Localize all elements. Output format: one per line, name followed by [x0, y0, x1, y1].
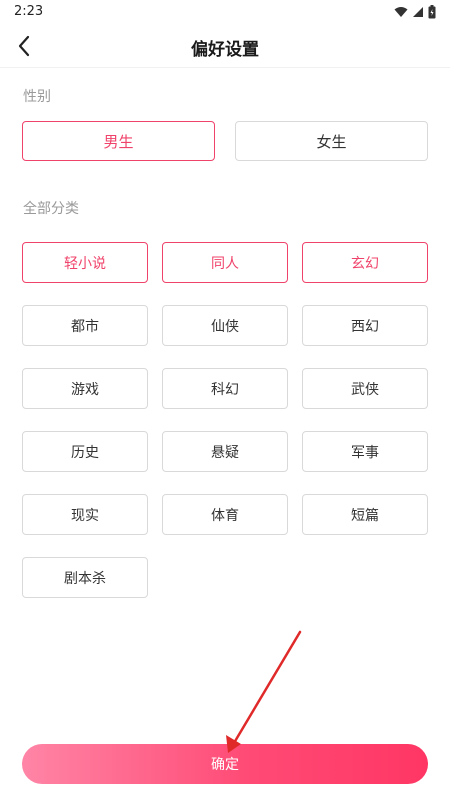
category-xianxia[interactable]: 仙侠	[162, 305, 288, 346]
category-realistic[interactable]: 现实	[22, 494, 148, 535]
nav-bar: 偏好设置	[0, 24, 450, 68]
status-bar: 2:23	[0, 0, 450, 24]
category-wuxia[interactable]: 武侠	[302, 368, 428, 409]
category-urban[interactable]: 都市	[22, 305, 148, 346]
category-fan-fiction[interactable]: 同人	[162, 242, 288, 283]
category-mystery[interactable]: 悬疑	[162, 431, 288, 472]
category-short-story[interactable]: 短篇	[302, 494, 428, 535]
category-light-novel[interactable]: 轻小说	[22, 242, 148, 283]
wifi-icon	[394, 7, 408, 17]
page-title: 偏好设置	[191, 40, 259, 60]
signal-icon	[413, 7, 423, 17]
category-western-fantasy[interactable]: 西幻	[302, 305, 428, 346]
category-military[interactable]: 军事	[302, 431, 428, 472]
status-icons	[394, 5, 436, 19]
gender-option-female[interactable]: 女生	[235, 121, 428, 161]
category-sci-fi[interactable]: 科幻	[162, 368, 288, 409]
battery-icon	[428, 5, 436, 19]
confirm-button[interactable]: 确定	[22, 744, 428, 784]
category-history[interactable]: 历史	[22, 431, 148, 472]
category-murder-mystery[interactable]: 剧本杀	[22, 557, 148, 598]
status-time: 2:23	[14, 4, 44, 19]
category-game[interactable]: 游戏	[22, 368, 148, 409]
gender-section-label: 性别	[23, 89, 51, 105]
category-section-label: 全部分类	[23, 201, 79, 217]
gender-option-male[interactable]: 男生	[22, 121, 215, 161]
category-fantasy[interactable]: 玄幻	[302, 242, 428, 283]
category-sports[interactable]: 体育	[162, 494, 288, 535]
